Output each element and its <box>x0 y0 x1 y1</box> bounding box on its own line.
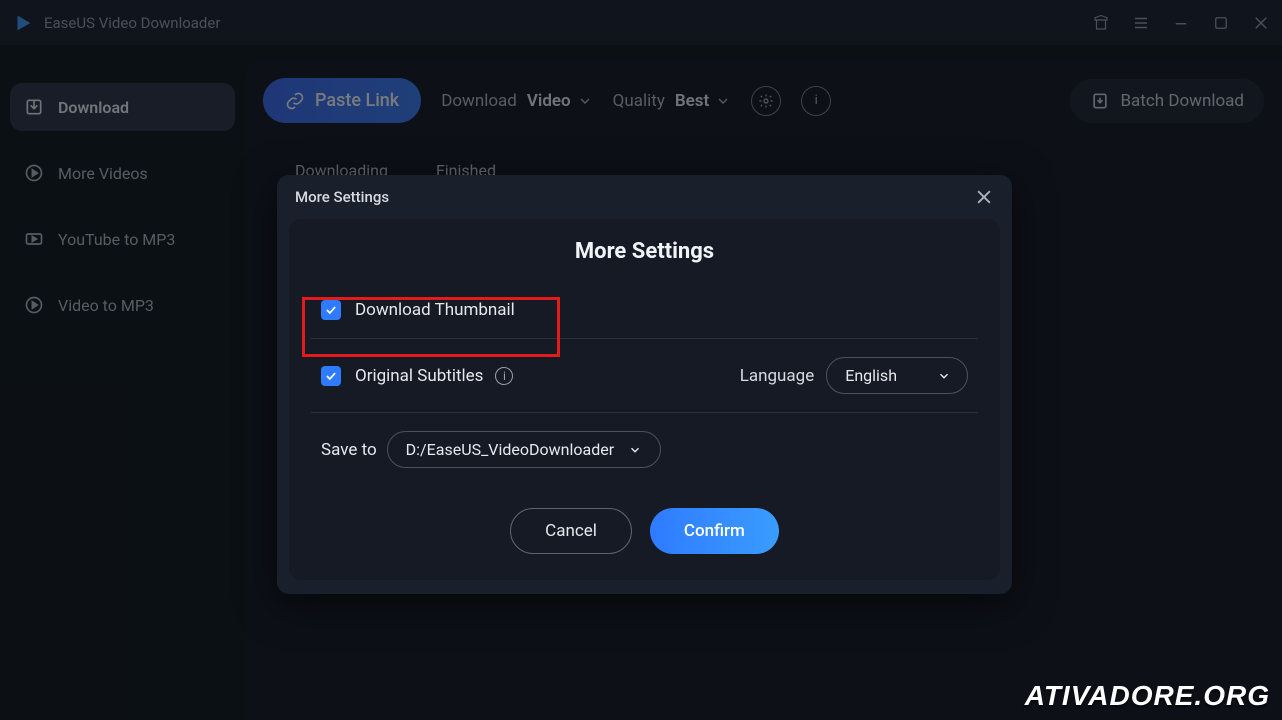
language-select[interactable]: English <box>826 357 968 394</box>
subtitles-checkbox[interactable] <box>321 366 341 386</box>
language-value: English <box>845 366 897 385</box>
save-to-select[interactable]: D:/EaseUS_VideoDownloader <box>387 431 661 468</box>
thumbnail-checkbox[interactable] <box>321 300 341 320</box>
setting-row-save-to: Save to D:/EaseUS_VideoDownloader <box>311 412 978 486</box>
modal-body: More Settings Download Thumbnail Origina… <box>289 219 1000 580</box>
subtitles-info-button[interactable]: i <box>495 367 513 385</box>
confirm-button[interactable]: Confirm <box>650 508 779 554</box>
modal-header-title: More Settings <box>295 188 389 206</box>
check-icon <box>324 303 338 317</box>
modal-body-title: More Settings <box>311 239 978 264</box>
cancel-button[interactable]: Cancel <box>510 508 632 554</box>
close-icon <box>974 187 994 207</box>
settings-group: Download Thumbnail Original Subtitles i … <box>311 282 978 486</box>
modal-actions: Cancel Confirm <box>311 508 978 554</box>
language-label: Language <box>740 366 815 386</box>
check-icon <box>324 369 338 383</box>
subtitles-label: Original Subtitles <box>355 366 483 386</box>
chevron-down-icon <box>628 443 642 457</box>
modal-close-button[interactable] <box>974 187 994 207</box>
setting-row-subtitles: Original Subtitles i Language English <box>311 338 978 412</box>
chevron-down-icon <box>937 369 951 383</box>
save-to-value: D:/EaseUS_VideoDownloader <box>406 440 614 459</box>
modal-header: More Settings <box>277 175 1012 219</box>
setting-row-thumbnail: Download Thumbnail <box>311 282 978 338</box>
thumbnail-label: Download Thumbnail <box>355 300 515 320</box>
info-icon: i <box>503 369 506 383</box>
modal-backdrop: More Settings More Settings Download Thu… <box>0 0 1282 720</box>
watermark: ATIVADORE.ORG <box>1025 680 1270 712</box>
more-settings-modal: More Settings More Settings Download Thu… <box>277 175 1012 594</box>
save-to-label: Save to <box>321 440 377 460</box>
